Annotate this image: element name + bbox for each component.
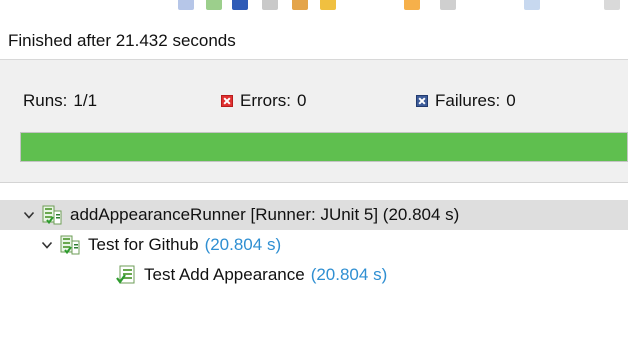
toolbar-icon[interactable] — [178, 0, 194, 10]
failures-label: Failures: — [435, 91, 501, 110]
toolbar-icon[interactable] — [440, 0, 456, 10]
counters-row: Runs: 1/1 Errors: 0 Failures: 0 — [0, 89, 628, 113]
toolbar — [0, 0, 628, 14]
progress-fill — [21, 133, 627, 161]
summary-panel: Runs: 1/1 Errors: 0 Failures: 0 — [0, 59, 628, 183]
errors-counter: Errors: 0 — [221, 89, 306, 113]
errors-value: 0 — [297, 91, 307, 110]
tree-test-time: (20.804 s) — [310, 265, 388, 284]
tree-suite-label: Test for Github — [88, 235, 199, 254]
toolbar-icon[interactable] — [604, 0, 620, 10]
test-suite-pass-icon — [42, 205, 62, 225]
tree-row-root[interactable]: addAppearanceRunner [Runner: JUnit 5] (2… — [0, 200, 628, 230]
toolbar-icon[interactable] — [262, 0, 278, 10]
toolbar-icon[interactable] — [206, 0, 222, 10]
error-icon — [221, 95, 233, 107]
progress-bar — [20, 132, 628, 162]
toolbar-icon[interactable] — [524, 0, 540, 10]
test-pass-icon — [116, 265, 135, 284]
test-suite-pass-icon — [60, 235, 80, 255]
tree-suite-time: (20.804 s) — [204, 235, 282, 254]
failure-icon — [416, 95, 428, 107]
junit-view: Finished after 21.432 seconds Runs: 1/1 … — [0, 0, 628, 349]
failures-value: 0 — [506, 91, 516, 110]
chevron-down-icon[interactable] — [20, 206, 38, 224]
chevron-down-icon[interactable] — [38, 236, 56, 254]
runs-label: Runs: — [23, 91, 68, 110]
tree-root-label: addAppearanceRunner [Runner: JUnit 5] (2… — [70, 205, 460, 224]
runs-value: 1/1 — [73, 91, 98, 110]
tree-row-suite[interactable]: Test for Github (20.804 s) — [0, 230, 628, 260]
toolbar-icon[interactable] — [404, 0, 420, 10]
failures-counter: Failures: 0 — [416, 89, 516, 113]
toolbar-icon[interactable] — [292, 0, 308, 10]
runs-counter: Runs: 1/1 — [23, 89, 97, 113]
errors-label: Errors: — [240, 91, 291, 110]
tree-test-label: Test Add Appearance — [144, 265, 305, 284]
tree-row-test[interactable]: Test Add Appearance (20.804 s) — [0, 260, 628, 290]
test-tree: addAppearanceRunner [Runner: JUnit 5] (2… — [0, 196, 628, 346]
status-message: Finished after 21.432 seconds — [8, 31, 236, 50]
toolbar-icon[interactable] — [232, 0, 248, 10]
toolbar-icon[interactable] — [320, 0, 336, 10]
